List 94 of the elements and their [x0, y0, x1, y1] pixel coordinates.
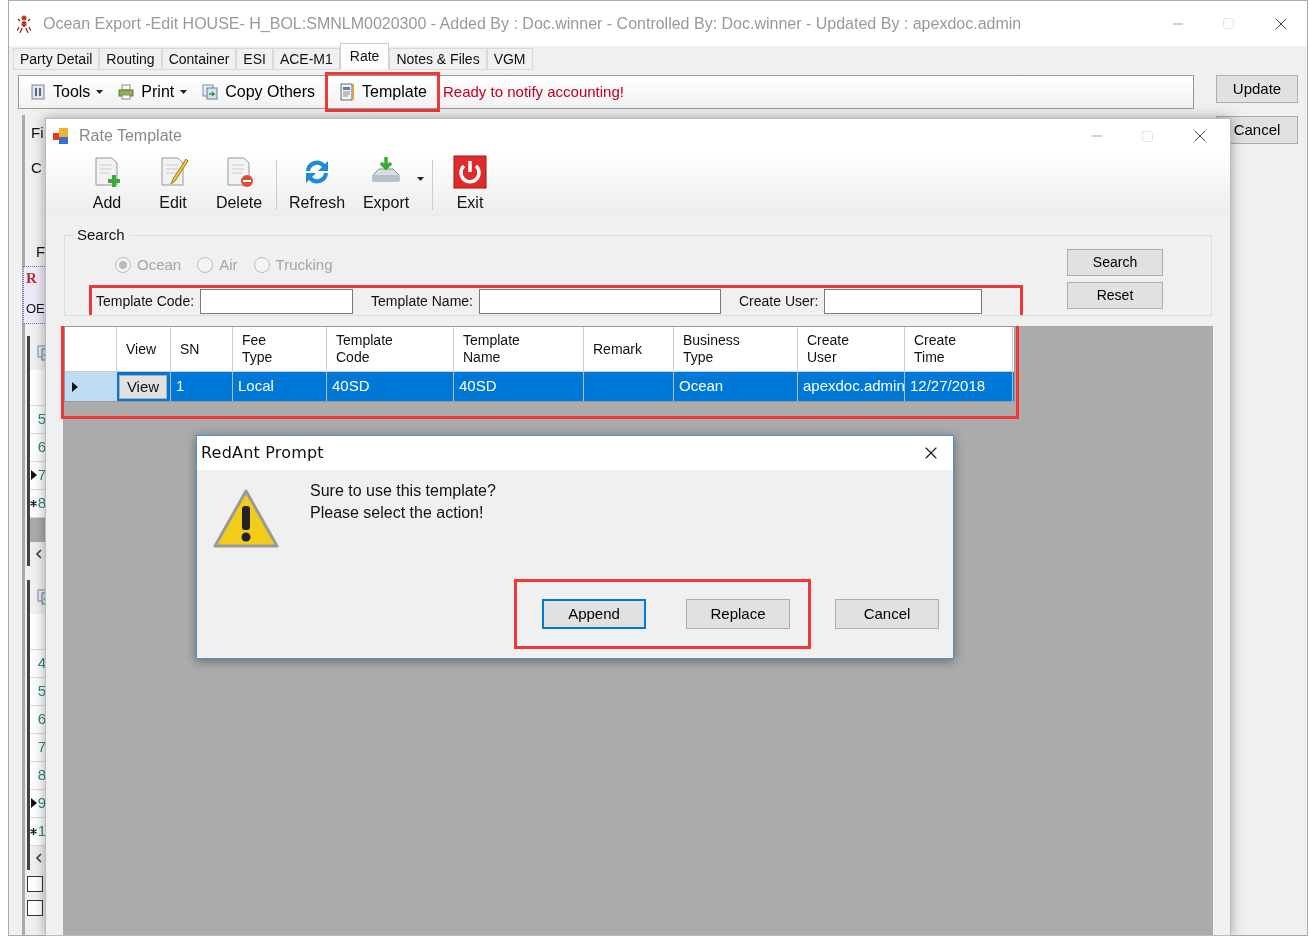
table-cell-text: 12/27/2018 — [909, 376, 987, 397]
toolbar-button[interactable]: Template — [325, 72, 440, 112]
column-header[interactable]: Remark — [584, 327, 674, 371]
field-label: Template Name: — [371, 291, 473, 311]
table-cell-text: 40SD — [331, 376, 371, 397]
row-number: 8 — [37, 492, 46, 513]
new-row-icon — [29, 499, 37, 507]
copy-icon — [201, 83, 220, 101]
row-number: 5 — [37, 680, 46, 701]
table-cell-text: 1 — [175, 376, 186, 397]
text-field[interactable] — [479, 288, 721, 314]
dropdown-caret-icon — [417, 177, 425, 181]
radio-label: Air — [219, 255, 238, 275]
view-button[interactable]: View — [119, 374, 167, 399]
radio-label: Trucking — [275, 255, 333, 275]
column-header[interactable]: View — [117, 327, 171, 371]
toolbox-icon — [29, 83, 47, 101]
text-field[interactable] — [200, 288, 354, 314]
warning-icon — [212, 488, 280, 550]
checkbox[interactable] — [27, 899, 43, 916]
panel-code: OE — [26, 300, 45, 318]
dropdown-button[interactable]: Print — [113, 80, 192, 104]
power-icon — [453, 155, 488, 189]
form-button[interactable]: Update — [1216, 75, 1298, 103]
row-number: 6 — [37, 708, 46, 729]
dialog-button[interactable]: Cancel — [835, 599, 939, 629]
row-pointer-icon — [72, 381, 78, 392]
checkbox[interactable] — [27, 875, 43, 892]
search-form-button[interactable]: Reset — [1067, 282, 1163, 309]
tab[interactable]: ESI — [236, 48, 273, 70]
tab[interactable]: Notes & Files — [389, 48, 487, 70]
table-cell-text: Local — [237, 376, 275, 397]
table-row[interactable]: View 1 Local 40SD 40SD Ocean apexdoc.admin 12/27/2018 — [65, 372, 1014, 401]
tab[interactable]: Party Detail — [13, 48, 100, 70]
toolbar-button[interactable]: Add — [74, 155, 140, 215]
column-header[interactable]: Template Code — [327, 327, 454, 371]
document-icon — [338, 83, 357, 101]
row-header[interactable] — [65, 372, 117, 401]
toolbar-button[interactable]: Exit — [437, 155, 504, 215]
tab[interactable]: ACE-M1 — [272, 48, 340, 70]
tab[interactable]: Container — [161, 48, 237, 70]
column-header[interactable]: Business Type — [674, 327, 798, 371]
row-pointer-icon — [30, 470, 37, 480]
status-message: Ready to notify accounting! — [443, 81, 624, 102]
tab[interactable]: Rate — [339, 43, 390, 69]
field-label: Create User: — [739, 291, 819, 311]
column-header[interactable]: Create Time — [905, 327, 1013, 371]
window-title: Rate Template — [79, 126, 183, 146]
tab[interactable]: Routing — [99, 48, 162, 70]
table-cell-text: Ocean — [678, 376, 725, 397]
search-form-button[interactable]: Search — [1067, 249, 1163, 276]
dialog-button[interactable]: Replace — [686, 599, 790, 629]
text-field[interactable] — [824, 288, 983, 314]
column-header[interactable]: SN — [171, 327, 233, 371]
field-label: Template Code: — [96, 291, 195, 311]
row-number: 4 — [37, 652, 46, 673]
row-number: 1 — [37, 820, 46, 841]
toolbar-button[interactable]: Copy Others — [197, 80, 320, 104]
prompt-message: Please select the action! — [310, 503, 485, 523]
prompt-message: Sure to use this template? — [310, 481, 496, 501]
ant-icon — [17, 14, 31, 33]
tab-label: Fi — [31, 123, 44, 143]
row-pointer-icon — [30, 798, 37, 808]
row-number: 9 — [37, 792, 46, 813]
caret-icon — [96, 90, 104, 94]
toolbar-button[interactable]: Refresh — [281, 155, 354, 215]
row-number: 6 — [37, 436, 46, 457]
row-number: 8 — [37, 764, 46, 785]
row-number: 7 — [37, 736, 46, 757]
dropdown-button[interactable]: Tools — [25, 80, 108, 104]
window-title: Ocean Export -Edit HOUSE- H_BOL:SMNLM0020300 - Added By : Doc.winner - Controlled By: Doc.winner - Updated By : apexdoc.admin — [43, 13, 1023, 34]
table-cell-text: 40SD — [458, 376, 498, 397]
scroll-left-icon[interactable] — [35, 548, 43, 559]
caret-icon — [180, 90, 188, 94]
scroll-left-icon[interactable] — [35, 852, 43, 863]
tab[interactable]: VGM — [486, 48, 533, 70]
window-app-icon — [52, 127, 70, 145]
toolbar-button[interactable]: Export — [353, 155, 420, 215]
printer-icon — [117, 83, 136, 101]
column-header[interactable]: Template Name — [454, 327, 584, 371]
dialog-title: RedAnt Prompt — [201, 442, 325, 464]
radio-label: Ocean — [137, 255, 182, 275]
row-number: 7 — [37, 464, 46, 485]
column-header[interactable]: Create User — [798, 327, 905, 371]
panel-title: R — [26, 268, 37, 288]
row-number: 5 — [37, 408, 46, 429]
field-label: C — [31, 157, 42, 178]
column-header[interactable]: Fee Type — [233, 327, 327, 371]
toolbar-button[interactable]: Delete — [206, 155, 272, 215]
dialog-button[interactable]: Append — [542, 599, 646, 629]
toolbar-button[interactable]: Edit — [140, 155, 206, 215]
field-label: F — [36, 242, 46, 262]
new-row-icon — [29, 827, 37, 835]
table-cell-text: apexdoc.admin — [802, 376, 906, 397]
